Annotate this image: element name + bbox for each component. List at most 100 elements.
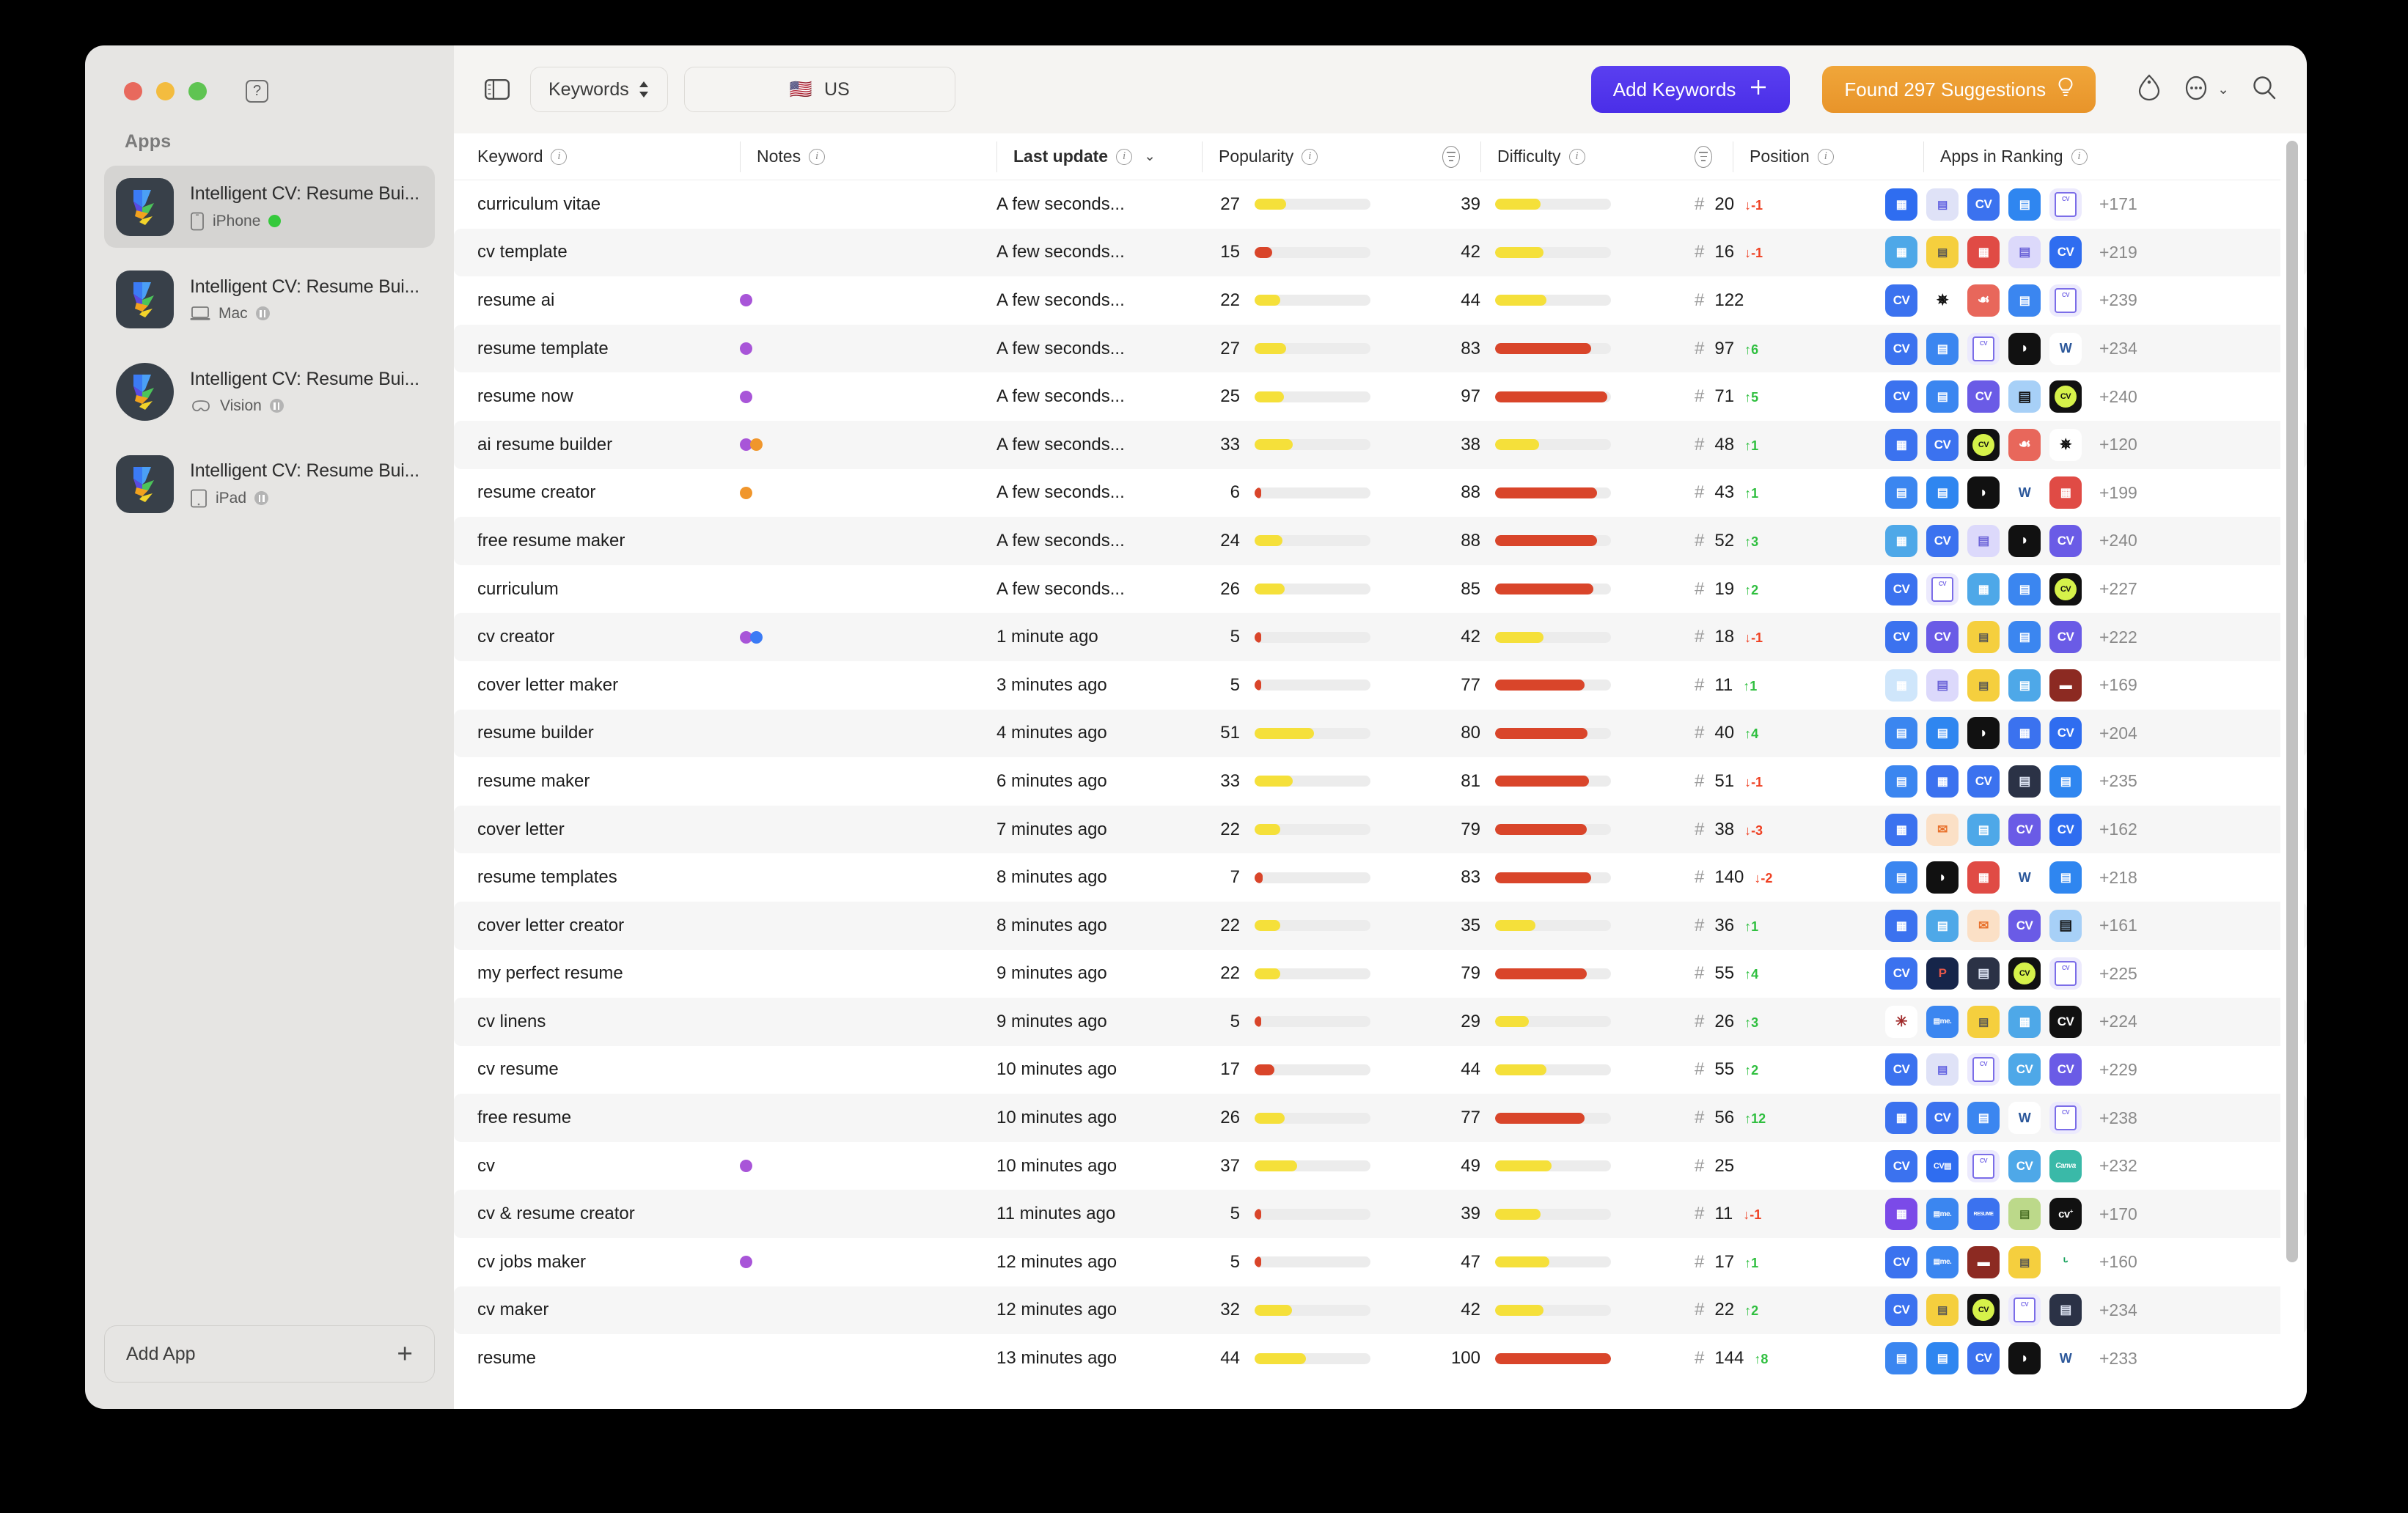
app-ranking-icon[interactable]: ▤ (1926, 669, 1959, 702)
help-icon[interactable]: ? (246, 80, 268, 103)
app-ranking-icon[interactable]: CV (2049, 188, 2082, 221)
app-ranking-icon[interactable]: CV (1967, 1053, 2000, 1086)
column-header-keyword[interactable]: Keyword i (461, 141, 740, 172)
note-dot[interactable] (740, 294, 752, 306)
app-ranking-icon[interactable]: CV (1926, 621, 1959, 653)
app-ranking-icon[interactable]: W (2008, 476, 2041, 509)
app-ranking-icon[interactable]: ᒡ (2049, 1246, 2082, 1278)
app-ranking-icon[interactable]: CV (1967, 765, 2000, 798)
note-dot[interactable] (750, 631, 763, 644)
table-row[interactable]: resume aiA few seconds...2244#122CV✵☙▤CV… (454, 276, 2307, 325)
app-ranking-icon[interactable]: ▤ (1967, 621, 2000, 653)
app-ranking-icon[interactable]: ▦ (2049, 476, 2082, 509)
app-ranking-icon[interactable]: ▤ (1926, 476, 1959, 509)
app-ranking-icon[interactable]: cv+ (2049, 1198, 2082, 1230)
close-button[interactable] (124, 82, 142, 100)
table-row[interactable]: cv & resume creator11 minutes ago539#11↓… (454, 1190, 2307, 1238)
app-ranking-icon[interactable]: W (2008, 1102, 2041, 1134)
table-row[interactable]: cv maker12 minutes ago3242#22↑2CV▤CVCV▤+… (454, 1286, 2307, 1335)
app-ranking-icon[interactable]: ▦ (1967, 573, 2000, 605)
note-dot[interactable] (740, 1256, 752, 1268)
app-ranking-icon[interactable]: ▦ (1885, 814, 1917, 846)
app-ranking-icon[interactable]: CV (1967, 188, 2000, 221)
table-row[interactable]: cv10 minutes ago3749#25CVCV▤CVCVCanva+23… (454, 1142, 2307, 1190)
app-ranking-icon[interactable]: CV (2049, 621, 2082, 653)
difficulty-filter-button[interactable] (1695, 141, 1733, 172)
app-ranking-icon[interactable]: ▤ (1885, 476, 1917, 509)
app-ranking-icon[interactable]: ◗ (2008, 1342, 2041, 1374)
table-row[interactable]: resume creatorA few seconds...688#43↑1▤▤… (454, 469, 2307, 518)
app-ranking-icon[interactable]: ▤ (2049, 765, 2082, 798)
table-row[interactable]: resume13 minutes ago44100#144↑8▤▤CV◗W+23… (454, 1334, 2307, 1383)
table-row[interactable]: resume maker6 minutes ago3381#51↓-1▤▦CV▤… (454, 757, 2307, 806)
app-ranking-icon[interactable]: ▬ (1967, 1246, 2000, 1278)
app-ranking-icon[interactable]: CV (2049, 380, 2082, 413)
app-ranking-icon[interactable]: ▦ (1885, 669, 1917, 702)
app-ranking-icon[interactable]: ▤ (2008, 621, 2041, 653)
app-ranking-icon[interactable]: ▤ (1926, 910, 1959, 942)
app-ranking-icon[interactable]: ▦ (1885, 1102, 1917, 1134)
app-ranking-icon[interactable]: CV (1926, 429, 1959, 461)
note-dot[interactable] (740, 487, 752, 499)
app-ranking-icon[interactable]: ▤ (2008, 380, 2041, 413)
sidebar-app-item-ipad[interactable]: Intelligent CV: Resume Bui...iPad (104, 443, 435, 525)
app-ranking-icon[interactable]: CV (2049, 814, 2082, 846)
app-ranking-icon[interactable]: ▤ (1926, 1053, 1959, 1086)
app-ranking-icon[interactable]: CV (1885, 333, 1917, 365)
app-ranking-icon[interactable]: CV (2049, 236, 2082, 268)
app-ranking-icon[interactable]: ▤ (2008, 669, 2041, 702)
app-ranking-icon[interactable]: CV (2008, 814, 2041, 846)
app-ranking-icon[interactable]: ✵ (2049, 429, 2082, 461)
info-icon[interactable]: i (2071, 149, 2088, 165)
app-ranking-icon[interactable]: CV (2008, 1053, 2041, 1086)
app-ranking-icon[interactable]: CV (1967, 1150, 2000, 1182)
app-ranking-icon[interactable]: ▤ (1926, 717, 1959, 749)
column-header-last-update[interactable]: Last update i ⌄ (996, 141, 1202, 172)
app-ranking-icon[interactable]: ▤ (1967, 669, 2000, 702)
app-ranking-icon[interactable]: ▤ (1926, 1294, 1959, 1326)
app-ranking-icon[interactable]: CV (2049, 1053, 2082, 1086)
app-ranking-icon[interactable]: CV (1885, 1294, 1917, 1326)
app-ranking-icon[interactable]: ▤ (1967, 1102, 2000, 1134)
note-dot[interactable] (740, 391, 752, 403)
app-ranking-icon[interactable]: W (2008, 861, 2041, 894)
app-ranking-icon[interactable]: CV (1885, 1246, 1917, 1278)
app-ranking-icon[interactable]: W (2049, 1342, 2082, 1374)
app-ranking-icon[interactable]: ◗ (1967, 717, 2000, 749)
column-header-notes[interactable]: Notes i (740, 141, 996, 172)
app-ranking-icon[interactable]: ▤ (2049, 910, 2082, 942)
note-dot[interactable] (740, 342, 752, 355)
app-ranking-icon[interactable]: CV (1885, 284, 1917, 317)
tag-icon[interactable] (2137, 74, 2162, 106)
chevron-down-icon[interactable]: ⌄ (2217, 81, 2229, 98)
app-ranking-icon[interactable]: ☙ (1967, 284, 2000, 317)
table-row[interactable]: cv templateA few seconds...1542#16↓-1▦▤▦… (454, 229, 2307, 277)
info-icon[interactable]: i (1302, 149, 1318, 165)
app-ranking-icon[interactable]: CV (1885, 573, 1917, 605)
app-ranking-icon[interactable]: ▦ (1885, 910, 1917, 942)
app-ranking-icon[interactable]: CV▤ (1926, 1150, 1959, 1182)
sidebar-app-item-vision[interactable]: Intelligent CV: Resume Bui...Vision (104, 350, 435, 432)
app-ranking-icon[interactable]: ▤ (2008, 573, 2041, 605)
app-ranking-icon[interactable]: ▦ (1885, 188, 1917, 221)
app-ranking-icon[interactable]: CV (2049, 717, 2082, 749)
app-ranking-icon[interactable]: ✉ (1926, 814, 1959, 846)
app-ranking-icon[interactable]: Canva (2049, 1150, 2082, 1182)
app-ranking-icon[interactable]: W (2049, 333, 2082, 365)
table-row[interactable]: ai resume builderA few seconds...3338#48… (454, 421, 2307, 469)
add-keywords-button[interactable]: Add Keywords (1591, 66, 1791, 113)
table-row[interactable]: free resume10 minutes ago2677#56↑12▦CV▤W… (454, 1094, 2307, 1142)
app-ranking-icon[interactable]: ▤ (1885, 765, 1917, 798)
zoom-button[interactable] (188, 82, 207, 100)
app-ranking-icon[interactable]: RESUME (1967, 1198, 2000, 1230)
app-ranking-icon[interactable]: CV (1926, 1102, 1959, 1134)
app-ranking-icon[interactable]: CV (1967, 1342, 2000, 1374)
suggestions-button[interactable]: Found 297 Suggestions (1822, 66, 2096, 113)
app-ranking-icon[interactable]: CV (1885, 957, 1917, 990)
table-row[interactable]: resume templates8 minutes ago783#140↓-2▤… (454, 853, 2307, 902)
app-ranking-icon[interactable]: ▦ (2008, 1006, 2041, 1038)
app-ranking-icon[interactable]: ▤ (2049, 1294, 2082, 1326)
info-icon[interactable]: i (1818, 149, 1834, 165)
view-select[interactable]: Keywords (530, 67, 668, 112)
app-ranking-icon[interactable]: ▤me. (1926, 1006, 1959, 1038)
